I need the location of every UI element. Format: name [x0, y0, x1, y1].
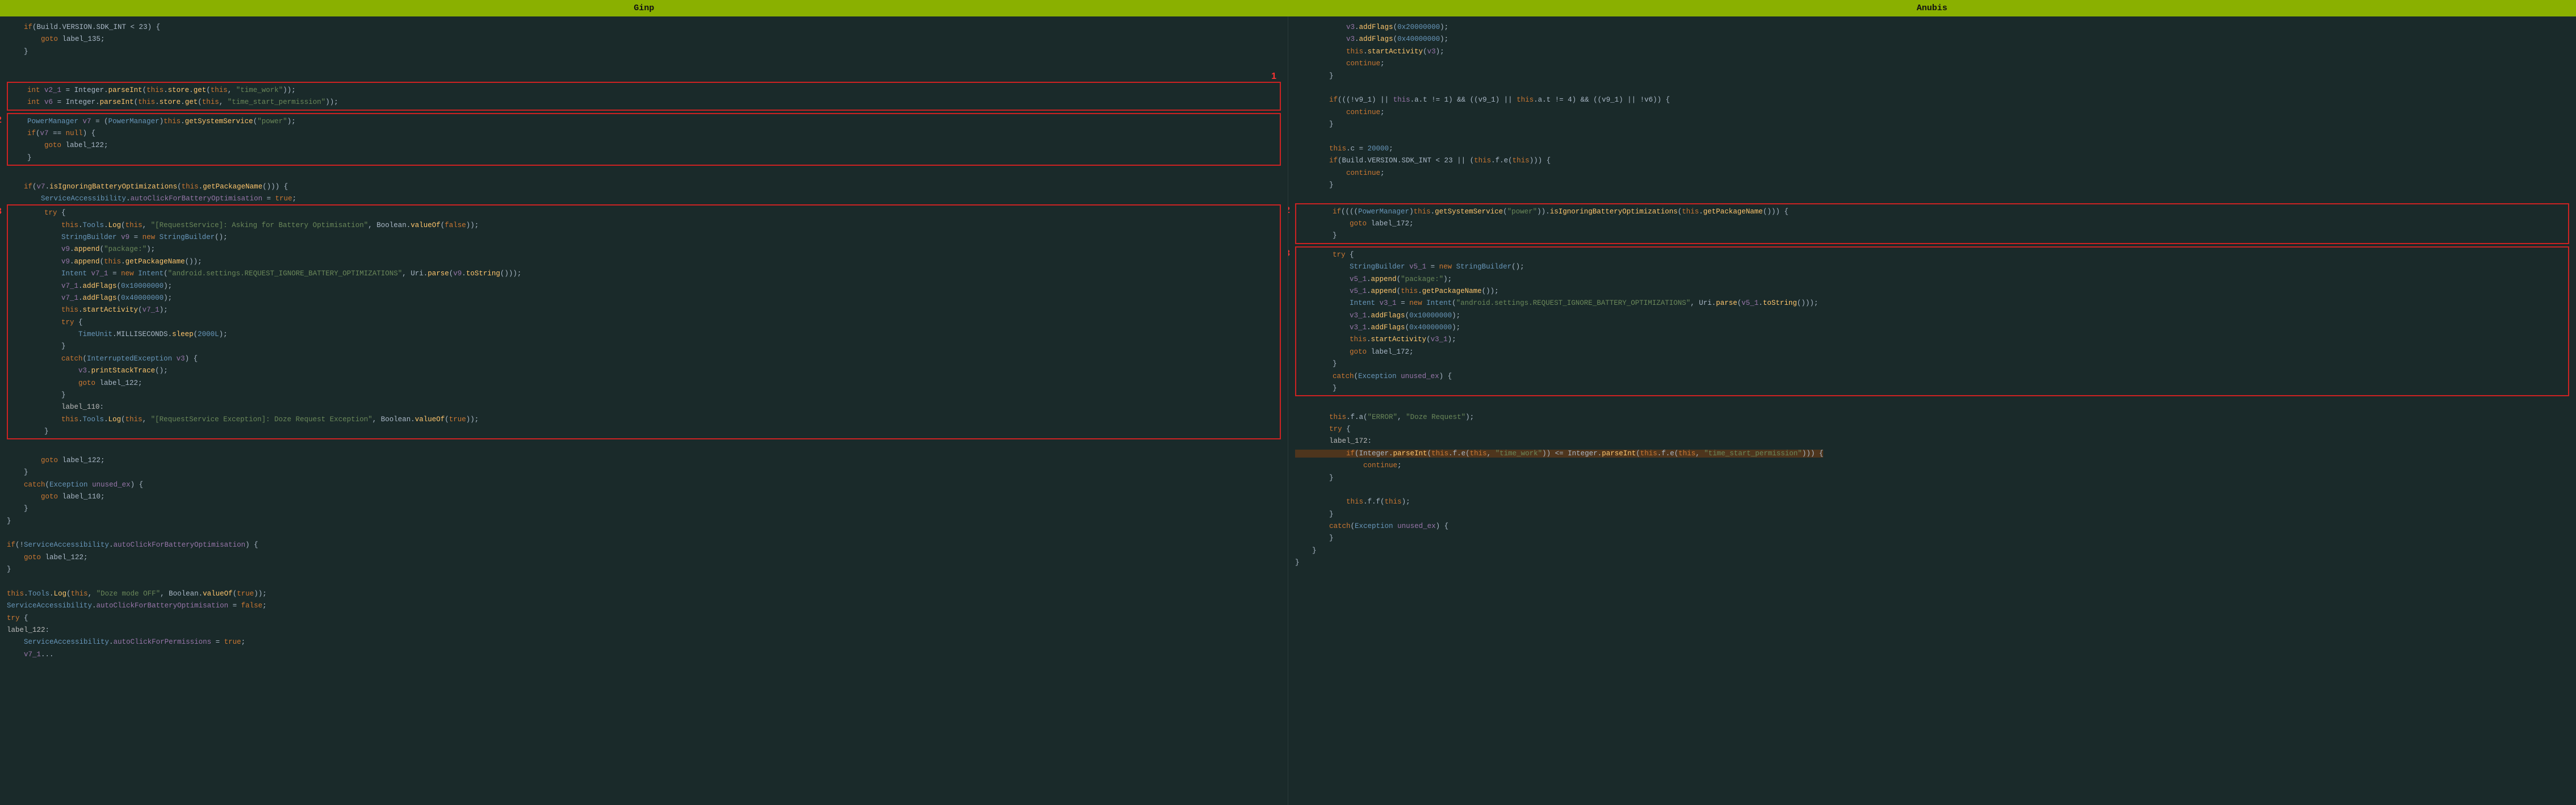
- left-code: if(Build.VERSION.SDK_INT < 23) { goto la…: [7, 21, 1281, 82]
- annotation-block-1: 1 int v2_1 = Integer.parseInt(this.store…: [7, 82, 1281, 111]
- code-annotation-2: PowerManager v7 = (PowerManager)this.get…: [10, 115, 1277, 164]
- right-panel-header: Anubis: [1288, 0, 2576, 16]
- left-panel-header: Ginp: [0, 0, 1288, 16]
- right-panel[interactable]: v3.addFlags(0x20000000); v3.addFlags(0x4…: [1288, 16, 2576, 805]
- code-top-right: v3.addFlags(0x20000000); v3.addFlags(0x4…: [1295, 21, 2569, 203]
- annotation-block-2: 2 PowerManager v7 = (PowerManager)this.g…: [7, 113, 1281, 166]
- main-panels: if(Build.VERSION.SDK_INT < 23) { goto la…: [0, 16, 2576, 805]
- annotation-1-box: int v2_1 = Integer.parseInt(this.store.g…: [7, 82, 1281, 111]
- code-bottom-right: this.f.a("ERROR", "Doze Request"); try {…: [1295, 399, 2569, 568]
- header-row: Ginp Anubis: [0, 0, 2576, 16]
- right-annotation-3-box: try { StringBuilder v5_1 = new StringBui…: [1295, 246, 2569, 397]
- left-panel[interactable]: if(Build.VERSION.SDK_INT < 23) { goto la…: [0, 16, 1288, 805]
- annotation-2-box: PowerManager v7 = (PowerManager)this.get…: [7, 113, 1281, 166]
- right-annotation-2-box: if((((PowerManager)this.getSystemService…: [1295, 203, 2569, 244]
- code-annotation-1: int v2_1 = Integer.parseInt(this.store.g…: [10, 84, 1277, 108]
- code-bottom-left: goto label_122; } catch(Exception unused…: [7, 442, 1281, 660]
- annotation-1-label: 1: [1271, 72, 1276, 82]
- right-annotation-block-2: 2 if((((PowerManager)this.getSystemServi…: [1295, 203, 2569, 244]
- annotation-2-label: 2: [0, 115, 2, 125]
- code-mid-left: if(v7.isIgnoringBatteryOptimizations(thi…: [7, 168, 1281, 204]
- right-annotation-block-3: 3 try { StringBuilder v5_1 = new StringB…: [1295, 246, 2569, 397]
- code-annotation-3: try { this.Tools.Log(this, "[RequestServ…: [10, 207, 1277, 437]
- right-annotation-3-label: 3: [1288, 249, 1290, 259]
- right-code-annotation-3: try { StringBuilder v5_1 = new StringBui…: [1299, 249, 2566, 395]
- annotation-block-3: 3 try { this.Tools.Log(this, "[RequestSe…: [7, 204, 1281, 439]
- right-annotation-2-label: 2: [1288, 206, 1290, 216]
- right-code-annotation-2: if((((PowerManager)this.getSystemService…: [1299, 206, 2566, 242]
- annotation-3-label: 3: [0, 207, 2, 217]
- annotation-3-box: try { this.Tools.Log(this, "[RequestServ…: [7, 204, 1281, 439]
